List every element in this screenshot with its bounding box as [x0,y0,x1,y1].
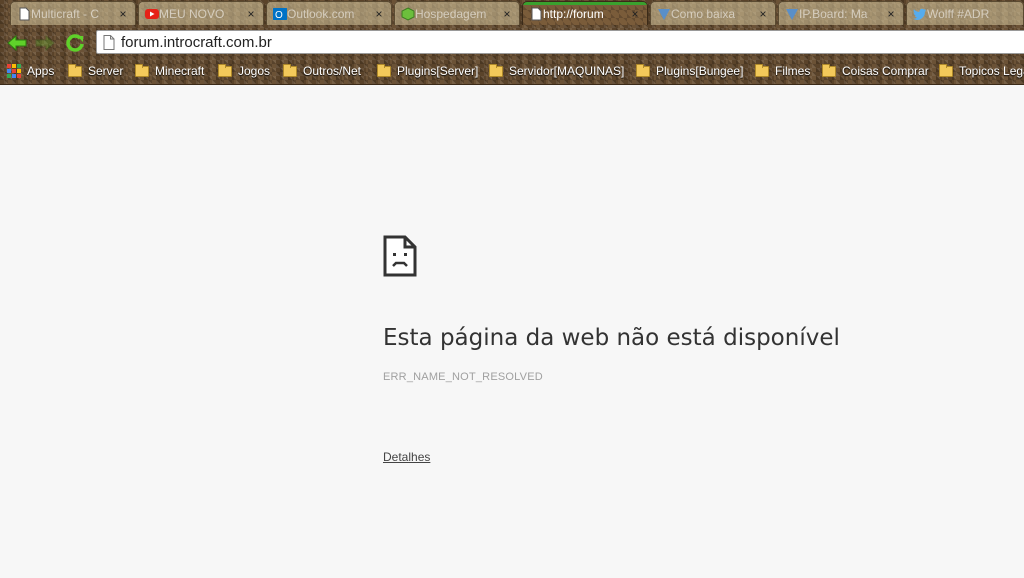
tab-label: MEU NOVO [159,6,225,21]
folder-icon [489,63,503,77]
page-icon [19,7,30,21]
folder-icon [822,63,836,77]
svg-text:O: O [275,10,283,21]
tab-label: Multicraft - C [31,6,100,21]
bookmark-label: Plugins[Server] [397,64,479,78]
youtube-icon [145,9,159,19]
toolbar: forum.introcraft.com.br [0,28,1024,58]
bookmark-folder-topicos-legais[interactable]: Topicos Lega [939,62,1024,80]
bookmark-label: Outros/Net [303,64,362,78]
folder-icon [377,63,391,77]
bookmark-label: Filmes [775,64,811,78]
bookmark-label: Apps [27,64,55,78]
close-icon[interactable]: × [245,7,257,21]
url-text[interactable]: forum.introcraft.com.br [121,34,272,51]
close-icon[interactable]: × [629,7,641,21]
bookmark-label: Topicos Lega [959,64,1024,78]
error-title: Esta página da web não está disponível [383,325,840,351]
folder-icon [939,63,953,77]
tab-label: Hospedagem [415,6,487,21]
tab-meu-novo[interactable]: MEU NOVO × [138,1,264,25]
apps-grid-icon [7,64,21,78]
folder-icon [636,63,650,77]
close-icon[interactable]: × [501,7,513,21]
page-icon [103,35,115,50]
outlook-icon: O [273,8,287,21]
bookmark-folder-jogos[interactable]: Jogos [218,62,270,80]
tab-label: Como baixa [671,6,736,21]
details-link[interactable]: Detalhes [383,450,430,464]
bookmark-folder-server[interactable]: Server [68,62,123,80]
tab-strip: Multicraft - C × MEU NOVO × O Outlook.co… [0,0,1024,26]
tab-outlook[interactable]: O Outlook.com × [266,1,392,25]
forward-arrow-icon[interactable] [34,33,56,53]
folder-icon [283,63,297,77]
tab-ipboard[interactable]: IP.Board: Ma × [778,1,904,25]
ipboard-icon [786,9,798,20]
tab-label: Wolff #ADR [927,6,990,21]
bookmark-apps[interactable]: Apps [7,62,54,80]
tab-label: http://forum [543,6,604,21]
bookmark-label: Minecraft [155,64,205,78]
folder-icon [755,63,769,77]
close-icon[interactable]: × [757,7,769,21]
error-code: ERR_NAME_NOT_RESOLVED [383,371,543,383]
bookmark-folder-filmes[interactable]: Filmes [755,62,810,80]
address-bar[interactable]: forum.introcraft.com.br [96,30,1024,54]
bookmark-folder-servidor-maquinas[interactable]: Servidor[MAQUINAS] [489,62,624,80]
folder-icon [68,63,82,77]
bookmark-label: Plugins[Bungee] [656,64,744,78]
bookmark-label: Coisas Comprar [842,64,929,78]
browser-chrome: Multicraft - C × MEU NOVO × O Outlook.co… [0,0,1024,85]
close-icon[interactable]: × [117,7,129,21]
tab-twitter[interactable]: Wolff #ADR [906,1,1024,25]
reload-icon[interactable] [64,33,86,53]
error-page: Esta página da web não está disponível E… [383,235,983,466]
bookmark-folder-coisas-comprar[interactable]: Coisas Comprar [822,62,929,80]
tab-como-baixa[interactable]: Como baixa × [650,1,776,25]
folder-icon [135,63,149,77]
ipboard-icon [658,9,670,20]
folder-icon [218,63,232,77]
tab-hospedagem[interactable]: Hospedagem × [394,1,520,25]
sad-document-icon [383,235,417,277]
bookmark-folder-outros-net[interactable]: Outros/Net [283,62,361,80]
bookmark-label: Servidor[MAQUINAS] [509,64,625,78]
bookmark-folder-minecraft[interactable]: Minecraft [135,62,204,80]
tab-multicraft[interactable]: Multicraft - C × [10,1,136,25]
bookmark-folder-plugins-server[interactable]: Plugins[Server] [377,62,478,80]
bookmark-label: Server [88,64,124,78]
back-arrow-icon[interactable] [6,33,28,53]
tab-label: Outlook.com [287,6,355,21]
page-icon [531,7,542,21]
green-cube-icon [401,7,415,21]
bookmark-label: Jogos [238,64,271,78]
bookmark-folder-plugins-bungee[interactable]: Plugins[Bungee] [636,62,743,80]
close-icon[interactable]: × [373,7,385,21]
tab-forum-active[interactable]: http://forum × [522,1,648,25]
bookmarks-bar: Apps Server Minecraft Jogos Outros/Net P… [0,60,1024,82]
close-icon[interactable]: × [885,7,897,21]
twitter-icon [913,8,926,20]
tab-label: IP.Board: Ma [799,6,868,21]
